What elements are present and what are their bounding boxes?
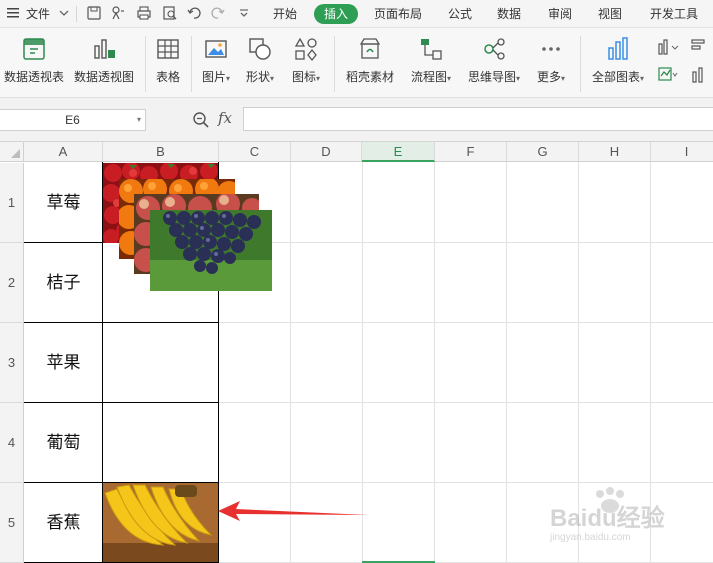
chevron-down-icon[interactable] — [56, 5, 72, 21]
tab-data[interactable]: 数据 — [497, 6, 521, 22]
gridline — [506, 162, 507, 563]
more-icon — [538, 36, 564, 62]
gridline — [434, 162, 435, 563]
red-arrow-annotation — [218, 501, 368, 521]
hamburger-menu-icon[interactable] — [6, 5, 22, 21]
redo-icon[interactable] — [210, 5, 226, 21]
tab-home[interactable]: 开始 — [273, 6, 297, 22]
print-preview-icon[interactable] — [162, 5, 178, 21]
pivot-chart-label: 数据透视图 — [73, 70, 134, 84]
all-charts-icon — [605, 36, 631, 62]
shape-icon — [247, 36, 273, 62]
banana-image[interactable] — [103, 483, 218, 562]
table-label: 表格 — [155, 70, 180, 84]
table-button[interactable]: 表格 — [152, 36, 184, 85]
spreadsheet-grid[interactable]: A B C D E F G H I 1 2 3 4 5 草莓 桔子 苹果 葡萄 … — [0, 142, 713, 563]
share-icon[interactable] — [110, 5, 126, 21]
select-all-button[interactable] — [0, 142, 24, 162]
pivot-table-button[interactable]: 数据透视表 — [2, 36, 66, 85]
flowchart-label: 流程图 — [410, 70, 447, 84]
row-header-1[interactable]: 1 — [0, 163, 24, 243]
divider — [76, 6, 77, 22]
pivot-chart-button[interactable]: 数据透视图 — [72, 36, 136, 85]
row-header-4[interactable]: 4 — [0, 403, 24, 483]
mindmap-icon — [481, 36, 507, 62]
ribbon-divider — [145, 36, 146, 92]
watermark-url: jingyan.baidu.com — [550, 532, 631, 543]
docer-material-button[interactable]: 稻壳素材 — [342, 36, 398, 85]
ribbon-divider — [191, 36, 192, 92]
stock-chart-icon[interactable] — [690, 66, 712, 84]
formula-input[interactable] — [243, 107, 713, 131]
ribbon-divider — [334, 36, 335, 92]
all-charts-label: 全部图表 — [591, 70, 640, 84]
row-header-3[interactable]: 3 — [0, 323, 24, 403]
tab-developer[interactable]: 开发工具 — [650, 6, 698, 22]
undo-icon[interactable] — [186, 5, 202, 21]
ribbon-divider — [580, 36, 581, 92]
row-header-5[interactable]: 5 — [0, 483, 24, 563]
pivot-chart-icon — [91, 36, 117, 62]
watermark-text: Baidu经验 — [550, 505, 665, 532]
chevron-down-icon[interactable]: ▾ — [137, 110, 141, 130]
column-chart-icon[interactable] — [657, 38, 679, 56]
tab-formulas[interactable]: 公式 — [448, 6, 472, 22]
pivot-table-icon — [21, 36, 47, 62]
flowchart-button[interactable]: 流程图▾ — [406, 36, 456, 85]
more-label: 更多 — [536, 70, 561, 84]
formula-bar: E6 ▾ fx — [0, 98, 713, 142]
all-charts-button[interactable]: 全部图表▾ — [588, 36, 648, 85]
tab-review[interactable]: 审阅 — [548, 6, 572, 22]
column-header-f[interactable]: F — [435, 142, 507, 162]
cell-a4[interactable]: 葡萄 — [24, 403, 103, 483]
picture-button[interactable]: 图片▾ — [198, 36, 234, 85]
row-header-2[interactable]: 2 — [0, 243, 24, 323]
tab-view[interactable]: 视图 — [598, 6, 622, 22]
docer-material-label: 稻壳素材 — [345, 70, 394, 84]
menu-bar: 文件 开始 插入 页面布局 公式 数据 审阅 视图 开发工具 — [0, 0, 713, 28]
docer-material-icon — [357, 36, 383, 62]
pivot-table-label: 数据透视表 — [3, 70, 64, 84]
flowchart-icon — [418, 36, 444, 62]
icons-button[interactable]: 图标▾ — [288, 36, 324, 85]
shape-label: 形状 — [245, 70, 270, 84]
cell-a5[interactable]: 香蕉 — [24, 483, 103, 563]
column-header-h[interactable]: H — [579, 142, 651, 162]
tab-insert[interactable]: 插入 — [314, 4, 358, 24]
table-icon — [155, 36, 181, 62]
column-header-g[interactable]: G — [507, 142, 579, 162]
insert-function-button[interactable]: fx — [218, 109, 232, 127]
cell-a1[interactable]: 草莓 — [24, 163, 103, 243]
more-button[interactable]: 更多▾ — [532, 36, 570, 85]
picture-icon — [203, 36, 229, 62]
bar-chart-icon[interactable] — [690, 38, 712, 56]
column-header-d[interactable]: D — [291, 142, 362, 162]
baidu-watermark: Baidu经验 jingyan.baidu.com — [550, 486, 710, 546]
name-box[interactable]: E6 ▾ — [0, 109, 146, 131]
column-header-i[interactable]: I — [651, 142, 713, 162]
column-header-a[interactable]: A — [24, 142, 103, 162]
shape-button[interactable]: 形状▾ — [242, 36, 278, 85]
cell-a2[interactable]: 桔子 — [24, 243, 103, 323]
picture-label: 图片 — [201, 70, 226, 84]
column-header-b[interactable]: B — [103, 142, 219, 162]
zoom-magnifier-icon[interactable] — [192, 111, 210, 129]
file-menu[interactable]: 文件 — [26, 6, 50, 22]
print-icon[interactable] — [136, 5, 152, 21]
customize-toolbar-icon[interactable] — [236, 5, 252, 21]
column-header-c[interactable]: C — [219, 142, 291, 162]
column-header-e[interactable]: E — [362, 142, 435, 162]
tab-page-layout[interactable]: 页面布局 — [374, 6, 422, 22]
name-box-value: E6 — [65, 113, 80, 127]
mindmap-button[interactable]: 思维导图▾ — [464, 36, 524, 85]
cell-a3[interactable]: 苹果 — [24, 323, 103, 403]
mindmap-label: 思维导图 — [467, 70, 516, 84]
line-chart-icon[interactable] — [657, 66, 679, 84]
save-icon[interactable] — [86, 5, 102, 21]
icons-icon — [293, 36, 319, 62]
grape-image[interactable] — [150, 210, 272, 291]
icons-label: 图标 — [291, 70, 316, 84]
ribbon-insert: 数据透视表 数据透视图 表格 图片▾ 形状▾ 图标▾ 稻壳素材 流程图▾ 思维导… — [0, 28, 713, 98]
